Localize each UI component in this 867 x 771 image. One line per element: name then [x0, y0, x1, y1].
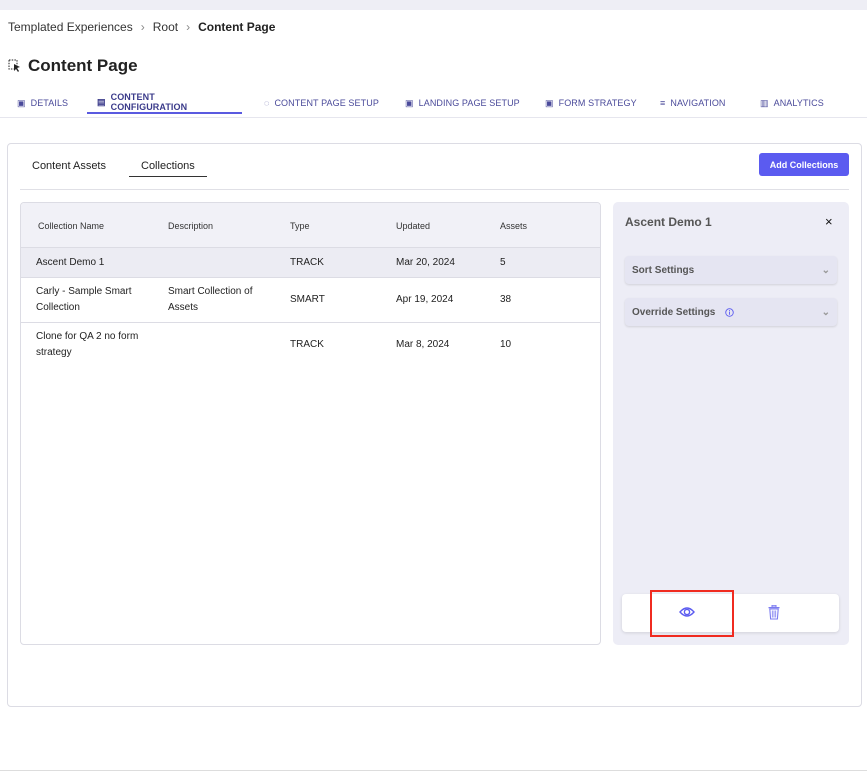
column-header-type[interactable]: Type: [290, 221, 310, 231]
tab-label: ANALYTICS: [773, 98, 824, 108]
close-icon[interactable]: ×: [825, 214, 833, 229]
column-header-description[interactable]: Description: [168, 221, 213, 231]
subtab-collections[interactable]: Collections: [141, 160, 195, 172]
active-subtab-indicator: [129, 176, 207, 177]
page-icon: ▣: [405, 97, 414, 108]
highlight-box: [650, 590, 734, 637]
cell-assets: 5: [500, 257, 506, 268]
document-icon: ▤: [97, 96, 106, 107]
subtab-content-assets[interactable]: Content Assets: [32, 160, 106, 172]
image-icon: ▣: [17, 97, 26, 108]
collections-table: Collection Name Description Type Updated…: [20, 202, 601, 645]
bar-chart-icon: ▥: [760, 97, 769, 108]
chevron-down-icon: ⌄: [821, 306, 830, 318]
cell-type: TRACK: [290, 339, 324, 350]
sort-settings-accordion[interactable]: Sort Settings ⌄: [625, 256, 837, 284]
chevron-right-icon: ›: [186, 20, 191, 34]
accordion-label: Override Settings: [632, 306, 716, 318]
tab-content-configuration[interactable]: ▤ CONTENT CONFIGURATION: [87, 92, 242, 114]
form-icon: ▣: [545, 97, 554, 108]
cell-updated: Mar 20, 2024: [396, 257, 455, 268]
cell-updated: Mar 8, 2024: [396, 339, 450, 350]
cell-name: Clone for QA 2 no form strategy: [36, 331, 139, 358]
menu-icon: ≡: [660, 98, 666, 108]
info-icon[interactable]: [725, 307, 735, 317]
cell-type: SMART: [290, 294, 325, 305]
divider: [20, 189, 849, 190]
tab-label: CONTENT PAGE SETUP: [274, 98, 379, 108]
tab-landing-page-setup[interactable]: ▣ LANDING PAGE SETUP: [395, 92, 530, 114]
cell-name: Carly - Sample Smart Collection: [36, 286, 132, 313]
cell-assets: 10: [500, 339, 512, 350]
tab-navigation[interactable]: ≡ NAVIGATION: [650, 92, 736, 114]
accordion-label: Sort Settings: [632, 264, 695, 276]
tab-label: CONTENT CONFIGURATION: [110, 92, 188, 112]
tab-label: DETAILS: [30, 98, 69, 108]
table-row[interactable]: Carly - Sample Smart Collection Smart Co…: [21, 278, 600, 323]
tab-details[interactable]: ▣ DETAILS: [7, 92, 78, 114]
cell-name: Ascent Demo 1: [36, 257, 105, 268]
table-row[interactable]: Ascent Demo 1 TRACK Mar 20, 2024 5: [21, 248, 600, 278]
tab-analytics[interactable]: ▥ ANALYTICS: [750, 92, 834, 114]
tab-bar: ▣ DETAILS ▤ CONTENT CONFIGURATION ◌ CONTENT…: [0, 92, 867, 118]
palette-icon: ◌: [264, 98, 270, 108]
chevron-down-icon: ⌄: [821, 264, 830, 276]
add-collections-button[interactable]: Add Collections: [759, 153, 849, 176]
trash-icon[interactable]: [768, 605, 780, 620]
breadcrumb-templated-experiences[interactable]: Templated Experiences: [8, 20, 133, 34]
cell-updated: Apr 19, 2024: [396, 294, 454, 305]
tab-content-page-setup[interactable]: ◌ CONTENT PAGE SETUP: [254, 92, 389, 114]
tab-label: LANDING PAGE SETUP: [418, 98, 520, 108]
cell-description: Smart Collection of Assets: [168, 286, 253, 313]
top-bar: [0, 0, 867, 10]
breadcrumb-current: Content Page: [198, 20, 276, 34]
tab-form-strategy[interactable]: ▣ FORM STRATEGY: [535, 92, 647, 114]
chevron-right-icon: ›: [140, 20, 145, 34]
tab-label: FORM STRATEGY: [558, 98, 637, 108]
breadcrumb: Templated Experiences › Root › Content P…: [8, 20, 275, 34]
cell-type: TRACK: [290, 257, 324, 268]
page-title-text: Content Page: [28, 56, 138, 75]
table-header: Collection Name Description Type Updated…: [21, 203, 600, 248]
cell-assets: 38: [500, 294, 512, 305]
table-row[interactable]: Clone for QA 2 no form strategy TRACK Ma…: [21, 323, 600, 369]
content-page-icon: [8, 59, 20, 72]
tab-label: NAVIGATION: [670, 98, 726, 108]
breadcrumb-root[interactable]: Root: [153, 20, 178, 34]
column-header-updated[interactable]: Updated: [396, 221, 430, 231]
column-header-name[interactable]: Collection Name: [38, 221, 104, 231]
page-title: Content Page: [8, 56, 138, 76]
override-settings-accordion[interactable]: Override Settings ⌄: [625, 298, 837, 326]
panel-title: Ascent Demo 1: [625, 215, 712, 229]
column-header-assets[interactable]: Assets: [500, 221, 527, 231]
